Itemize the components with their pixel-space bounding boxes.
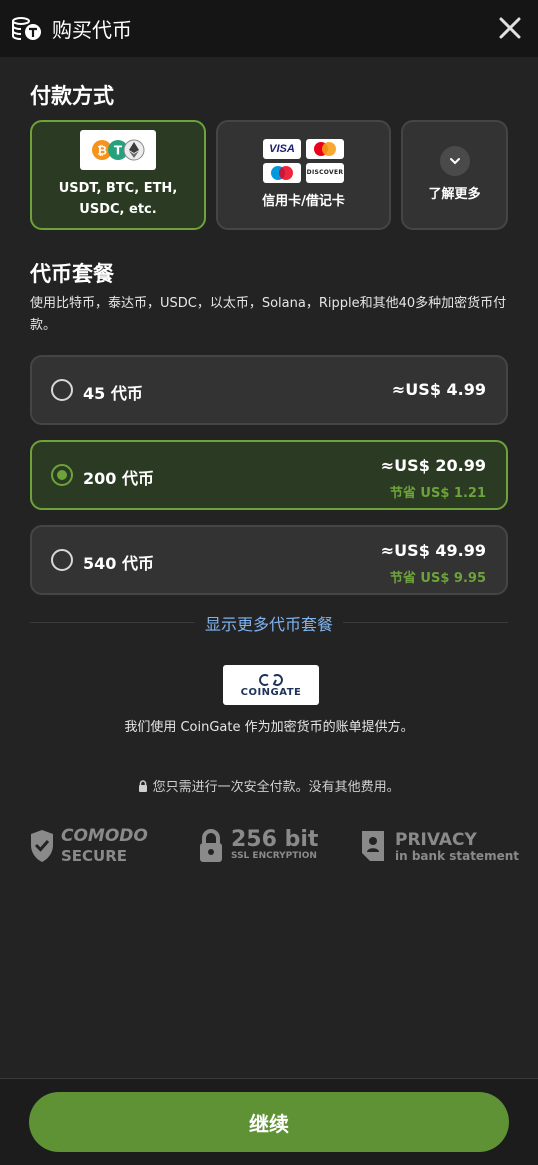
payment-option-learn-more[interactable]: 了解更多 [401, 120, 508, 230]
mastercard-icon [306, 138, 344, 159]
package-price: ≈US$ 49.99 [380, 541, 486, 560]
show-more-packages-label: 显示更多代币套餐 [194, 615, 343, 634]
coingate-icon [259, 673, 283, 686]
package-option-540[interactable]: 540 代币 ≈US$ 49.99 节省 US$ 9.95 [30, 525, 508, 595]
secure-payment-note: 您只需进行一次安全付款。没有其他费用。 [0, 776, 538, 795]
ssl-encryption-badge: 256 bit SSL ENCRYPTION [198, 824, 318, 868]
payment-option-card[interactable]: VISA DISCOVER 信用卡/借记卡 [216, 120, 391, 230]
document-icon [362, 831, 384, 861]
ssl-encryption-text: SSL ENCRYPTION [231, 851, 317, 861]
discover-icon: DISCOVER [306, 162, 344, 183]
payment-option-card-label: 信用卡/借记卡 [262, 193, 345, 209]
discover-text: DISCOVER [306, 169, 344, 176]
ssl-256-bit-text: 256 bit [231, 827, 319, 852]
coingate-logo-text: COINGATE [240, 686, 302, 698]
payment-option-crypto[interactable]: ₿ T USDT, BTC, ETH, USDC, etc. [30, 120, 206, 230]
package-saving: 节省 US$ 9.95 [389, 571, 486, 586]
package-name: 200 代币 [83, 469, 154, 488]
chevron-down-icon [439, 145, 470, 176]
coins-icon [12, 17, 41, 40]
provider-text: 我们使用 CoinGate 作为加密货币的账单提供方。 [124, 720, 414, 735]
show-more-packages-link[interactable]: 显示更多代币套餐 [0, 611, 538, 635]
page-title: 购买代币 [52, 18, 132, 42]
svg-text:T: T [114, 144, 123, 158]
padlock-icon [200, 829, 222, 862]
package-option-45[interactable]: 45 代币 ≈US$ 4.99 [30, 355, 508, 425]
privacy-text: PRIVACY [395, 830, 477, 850]
package-price: ≈US$ 4.99 [391, 380, 486, 399]
comodo-text: COMODO [61, 826, 148, 846]
package-name: 45 代币 [83, 384, 143, 403]
radio-button[interactable] [51, 379, 73, 401]
header-bar: 购买代币 [0, 0, 538, 57]
payment-option-crypto-label: USDT, BTC, ETH, USDC, etc. [59, 178, 178, 220]
in-bank-statement-text: in bank statement [395, 849, 519, 863]
continue-button[interactable]: 继续 [29, 1092, 509, 1152]
crypto-coins-icon: ₿ T [92, 139, 145, 161]
visa-icon: VISA [263, 138, 301, 159]
secure-payment-text: 您只需进行一次安全付款。没有其他费用。 [152, 780, 400, 795]
crypto-logos-image: ₿ T [80, 130, 156, 170]
crypto-label-line1: USDT, BTC, ETH, [58, 181, 178, 196]
close-icon[interactable] [494, 12, 526, 44]
payment-method-title: 付款方式 [30, 84, 114, 108]
card-logos: VISA DISCOVER [263, 138, 344, 183]
shield-check-icon [31, 830, 53, 862]
svg-text:₿: ₿ [97, 144, 107, 158]
coingate-logo: COINGATE [223, 665, 319, 705]
comodo-secure-badge: COMODO SECURE [29, 824, 148, 868]
privacy-badge: PRIVACY in bank statement [360, 824, 519, 868]
package-option-200[interactable]: 200 代币 ≈US$ 20.99 节省 US$ 1.21 [30, 440, 508, 510]
packages-description: 使用比特币，泰达币，USDC，以太币，Solana，Ripple和其他40多种加… [30, 296, 507, 333]
visa-text: VISA [269, 142, 295, 155]
crypto-label-line2: USDC, etc. [79, 202, 157, 217]
package-saving: 节省 US$ 1.21 [389, 486, 486, 501]
radio-button[interactable] [51, 549, 73, 571]
payment-option-learn-more-label: 了解更多 [428, 186, 481, 202]
package-name: 540 代币 [83, 554, 154, 573]
maestro-icon [263, 162, 301, 183]
secure-text: SECURE [61, 847, 128, 865]
radio-button-selected[interactable] [51, 464, 73, 486]
token-packages-title: 代币套餐 [30, 262, 114, 286]
lock-icon [139, 780, 148, 792]
package-price: ≈US$ 20.99 [380, 456, 486, 475]
